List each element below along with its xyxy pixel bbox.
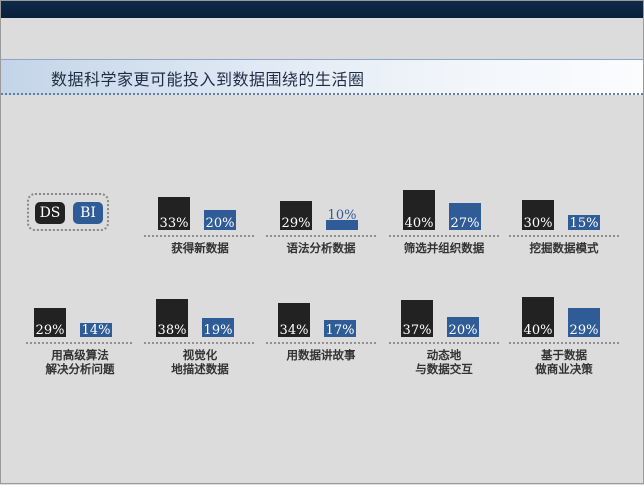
- value-label-bi: 20%: [206, 216, 235, 231]
- category-label: 视觉化: [183, 348, 218, 362]
- value-label-bi: 19%: [204, 323, 233, 338]
- value-label-ds: 29%: [36, 323, 65, 338]
- category-label: 用高级算法: [50, 348, 109, 362]
- value-label-ds: 30%: [524, 216, 553, 231]
- value-label-ds: 29%: [282, 216, 311, 231]
- category-label: 地描述数据: [171, 362, 229, 376]
- value-label-ds: 40%: [405, 216, 434, 231]
- value-label-bi: 10%: [328, 208, 357, 223]
- value-label-bi: 27%: [451, 216, 480, 231]
- slide: 数据科学家更可能投入到数据围绕的生活圈 DS BI 33% 20% 获得新数据 29%…: [0, 0, 644, 484]
- value-label-bi: 14%: [82, 323, 111, 338]
- category-label: 获得新数据: [171, 241, 229, 255]
- category-label: 做商业决策: [534, 362, 593, 376]
- category-label: 解决分析问题: [46, 362, 115, 376]
- category-label: 与数据交互: [415, 362, 473, 376]
- value-label-ds: 37%: [403, 323, 432, 338]
- value-label-bi: 29%: [570, 323, 599, 338]
- value-label-bi: 15%: [570, 216, 599, 231]
- bar-chart: 33% 20% 获得新数据 29% 10% 语法分析数据 40% 27% 筛选并组织数据 30% 1…: [26, 190, 619, 376]
- value-label-bi: 17%: [326, 323, 355, 338]
- value-label-ds: 40%: [524, 323, 553, 338]
- category-label: 用数据讲故事: [286, 348, 356, 362]
- category-label: 基于数据: [540, 348, 587, 362]
- category-label: 挖掘数据模式: [530, 241, 599, 255]
- category-label: 筛选并组织数据: [404, 241, 485, 255]
- category-label: 动态地: [427, 348, 462, 362]
- value-label-ds: 34%: [280, 323, 309, 338]
- value-label-ds: 38%: [158, 323, 187, 338]
- value-label-ds: 33%: [160, 216, 189, 231]
- value-label-bi: 20%: [449, 323, 478, 338]
- category-label: 语法分析数据: [287, 241, 356, 255]
